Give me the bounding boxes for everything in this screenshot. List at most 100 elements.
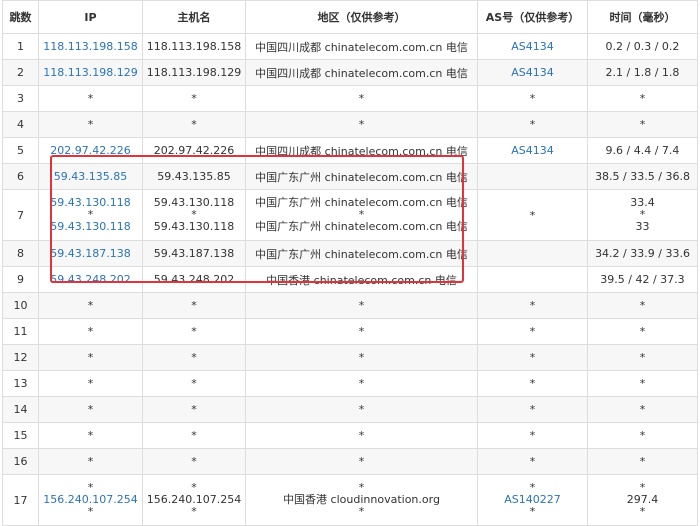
ip-cell: * 156.240.107.254 *: [38, 474, 143, 526]
table-row: 15 * * * * *: [2, 422, 698, 449]
region-text: *: [358, 429, 365, 442]
as-cell: *: [477, 189, 588, 241]
ip-text: *: [87, 455, 94, 468]
region-cell: *: [245, 396, 478, 423]
time-cell: 38.5 / 33.5 / 36.8: [587, 163, 698, 190]
table-row: 17 * 156.240.107.254 * * 156.240.107.254 * * 中国香…: [2, 474, 698, 526]
ip-cell: *: [38, 292, 143, 319]
time-text: 2.1 / 1.8 / 1.8: [605, 66, 680, 79]
hop-cell: 17: [2, 474, 39, 526]
header-hop: 跳数: [2, 0, 39, 34]
hostname-cell: *: [142, 396, 246, 423]
hop-cell: 5: [2, 137, 39, 164]
hostname-cell: 118.113.198.129: [142, 59, 246, 86]
time-text: *: [639, 429, 646, 442]
ip-cell: 118.113.198.129: [38, 59, 143, 86]
as-cell: AS4134: [477, 137, 588, 164]
time-text: *: [639, 299, 646, 312]
hop-cell: 9: [2, 266, 39, 293]
as-cell: *: [477, 448, 588, 475]
time-cell: *: [587, 292, 698, 319]
as-text: *: [529, 403, 536, 416]
table-body: 1 118.113.198.158 118.113.198.158 中国四川成都 ch…: [2, 33, 698, 526]
host-text: 118.113.198.129: [146, 66, 242, 79]
ip-text: *: [87, 92, 94, 105]
hop-cell: 13: [2, 370, 39, 397]
as-link[interactable]: AS4134: [511, 66, 554, 79]
time-cell: *: [587, 111, 698, 138]
ip-link[interactable]: 59.43.135.85: [54, 170, 127, 183]
table-row: 13 * * * * *: [2, 370, 698, 397]
as-cell: *: [477, 111, 588, 138]
time-text: 39.5 / 42 / 37.3: [600, 273, 685, 286]
region-cell: *: [245, 85, 478, 112]
as-cell: AS4134: [477, 59, 588, 86]
hostname-cell: 59.43.187.138: [142, 240, 246, 267]
as-text: *: [529, 208, 536, 222]
time-text: *: [639, 118, 646, 131]
hop-cell: 4: [2, 111, 39, 138]
host-text: 202.97.42.226: [153, 144, 235, 157]
hop-cell: 16: [2, 448, 39, 475]
ip-cell: 59.43.248.202: [38, 266, 143, 293]
region-text: *: [358, 118, 365, 131]
hostname-cell: * 156.240.107.254 *: [142, 474, 246, 526]
region-cell: * 中国香港 cloudinnovation.org *: [245, 474, 478, 526]
hostname-cell: *: [142, 448, 246, 475]
hostname-cell: *: [142, 318, 246, 345]
as-text: *: [529, 325, 536, 338]
hop-cell: 2: [2, 59, 39, 86]
ip-cell: 202.97.42.226: [38, 137, 143, 164]
table-row: 14 * * * * *: [2, 396, 698, 423]
region-cell: 中国广东广州 chinatelecom.com.cn 电信: [245, 240, 478, 267]
time-text: 0.2 / 0.3 / 0.2: [605, 40, 680, 53]
ip-link[interactable]: 59.43.248.202: [50, 273, 130, 286]
ip-link[interactable]: 202.97.42.226: [50, 144, 130, 157]
as-cell: *: [477, 422, 588, 449]
time-cell: *: [587, 370, 698, 397]
as-cell: *: [477, 396, 588, 423]
as-cell: AS4134: [477, 33, 588, 60]
time-cell: *: [587, 396, 698, 423]
hostname-cell: *: [142, 370, 246, 397]
header-host: 主机名: [142, 0, 246, 34]
as-text: *: [529, 118, 536, 131]
time-text: 33: [635, 220, 650, 233]
host-text: *: [191, 377, 197, 390]
ip-link[interactable]: 118.113.198.158: [43, 40, 137, 53]
region-text: *: [358, 377, 365, 390]
ip-link[interactable]: 59.43.187.138: [50, 247, 130, 260]
hop-cell: 3: [2, 85, 39, 112]
time-cell: *: [587, 448, 698, 475]
time-text: 9.6 / 4.4 / 7.4: [605, 144, 680, 157]
region-text: *: [358, 505, 365, 518]
host-text: 59.43.187.138: [153, 247, 235, 260]
as-cell: [477, 266, 588, 293]
time-text: *: [639, 455, 646, 468]
as-cell: *: [477, 370, 588, 397]
hostname-cell: *: [142, 111, 246, 138]
ip-link[interactable]: 59.43.130.118: [39, 221, 142, 233]
header-time: 时间（毫秒）: [587, 0, 698, 34]
ip-text: *: [87, 118, 94, 131]
region-cell: 中国四川成都 chinatelecom.com.cn 电信: [245, 33, 478, 60]
ip-cell: 118.113.198.158: [38, 33, 143, 60]
time-cell: 0.2 / 0.3 / 0.2: [587, 33, 698, 60]
ip-cell: 59.43.187.138: [38, 240, 143, 267]
hop-cell: 12: [2, 344, 39, 371]
host-text: *: [191, 455, 197, 468]
time-text: *: [639, 92, 646, 105]
region-text: *: [358, 92, 365, 105]
ip-text: *: [87, 351, 94, 364]
region-cell: *: [245, 318, 478, 345]
region-text: *: [358, 325, 365, 338]
host-text: *: [191, 403, 197, 416]
host-text: *: [191, 351, 197, 364]
ip-link[interactable]: 118.113.198.129: [43, 66, 137, 79]
as-link[interactable]: AS4134: [511, 40, 554, 53]
table-row: 8 59.43.187.138 59.43.187.138 中国广东广州 chinat…: [2, 240, 698, 267]
host-text: *: [191, 92, 197, 105]
ip-cell: 59.43.130.118 * 59.43.130.118: [38, 189, 143, 241]
hostname-cell: *: [142, 85, 246, 112]
as-link[interactable]: AS4134: [511, 144, 554, 157]
